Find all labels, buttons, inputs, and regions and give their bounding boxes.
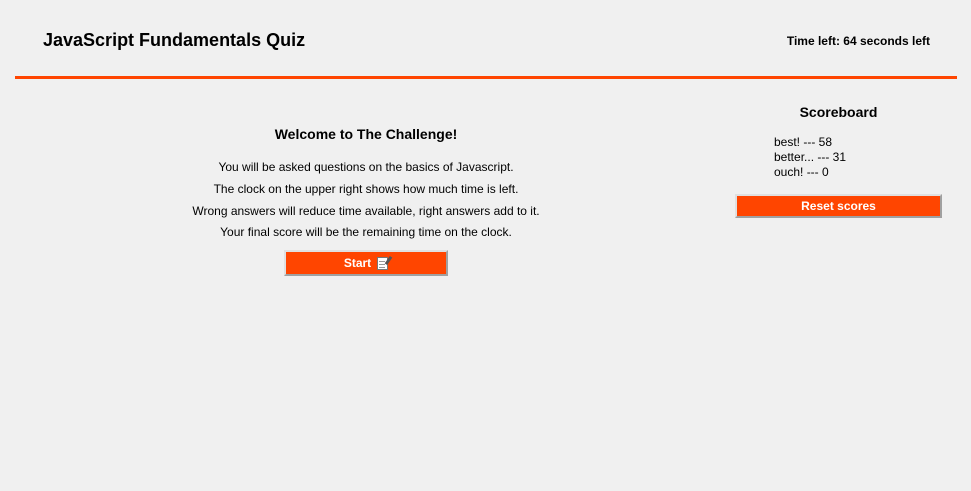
time-left-display: Time left: 64 seconds left: [786, 34, 930, 48]
scoreboard-title: Scoreboard: [799, 104, 878, 120]
quiz-page: JavaScript Fundamentals Quiz Time left: …: [0, 0, 971, 491]
score-entry: best! --- 58: [774, 135, 833, 149]
score-list: best! --- 58 better... --- 31 ouch! --- …: [774, 135, 846, 180]
header-bar: JavaScript Fundamentals Quiz Time left: …: [15, 0, 957, 79]
welcome-title: Welcome to The Challenge!: [274, 126, 458, 142]
intro-line: The clock on the upper right shows how m…: [213, 182, 519, 196]
score-entry: better... --- 31: [774, 150, 847, 164]
memo-icon: [377, 256, 389, 270]
intro-line: Wrong answers will reduce time available…: [192, 204, 540, 218]
intro-line: You will be asked questions on the basic…: [218, 160, 514, 174]
start-button[interactable]: Start: [284, 250, 448, 276]
score-entry: ouch! --- 0: [774, 165, 829, 179]
reset-scores-button[interactable]: Reset scores: [735, 194, 942, 218]
app-title: JavaScript Fundamentals Quiz: [43, 30, 306, 50]
start-button-label: Start: [343, 256, 372, 270]
intro-line: Your final score will be the remaining t…: [220, 225, 512, 239]
